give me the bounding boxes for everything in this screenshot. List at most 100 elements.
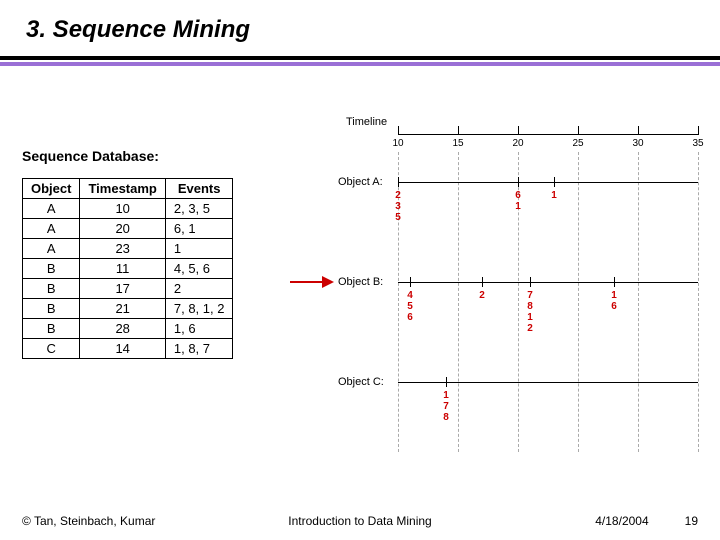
cell-object: C [23,339,80,359]
cell-object: B [23,299,80,319]
cell-timestamp: 10 [80,199,165,219]
cell-timestamp: 28 [80,319,165,339]
title-underline [0,56,720,66]
cell-object: B [23,259,80,279]
event-value: 1 [611,290,617,301]
event-value: 4 [407,290,413,301]
table-row: C141, 8, 7 [23,339,233,359]
cell-object: B [23,279,80,299]
event-value: 8 [443,412,449,423]
footer: © Tan, Steinbach, Kumar Introduction to … [0,514,720,528]
footer-date: 4/18/2004 [595,514,648,528]
section-subtitle: Sequence Database: [22,148,159,164]
gridline [458,152,459,452]
cell-events: 2, 3, 5 [165,199,233,219]
event-mark [410,277,411,287]
event-mark [446,377,447,387]
event-mark [554,177,555,187]
event-mark [482,277,483,287]
slide: 3. Sequence Mining Sequence Database: Ob… [0,0,720,540]
event-value: 8 [527,301,533,312]
tick-mark [638,126,639,135]
event-stack: 235 [395,190,401,223]
event-mark [530,277,531,287]
cell-timestamp: 11 [80,259,165,279]
tick-mark [398,126,399,135]
table-row: B281, 6 [23,319,233,339]
object-label: Object A: [338,176,383,188]
cell-timestamp: 23 [80,239,165,259]
event-mark [398,177,399,187]
event-value: 6 [407,312,413,323]
event-value: 7 [443,401,449,412]
cell-object: A [23,239,80,259]
footer-page: 19 [685,514,698,528]
event-stack: 1 [551,190,557,201]
event-mark [518,177,519,187]
event-value: 2 [395,190,401,201]
tick-mark [578,126,579,135]
col-events: Events [165,179,233,199]
cell-timestamp: 14 [80,339,165,359]
event-value: 5 [407,301,413,312]
event-stack: 178 [443,390,449,423]
event-stack: 456 [407,290,413,323]
object-timeline [398,182,698,183]
tick-label: 25 [572,138,583,149]
table-row: B217, 8, 1, 2 [23,299,233,319]
footer-copyright: © Tan, Steinbach, Kumar [22,514,155,528]
tick-label: 35 [692,138,703,149]
event-value: 6 [611,301,617,312]
timeline-title: Timeline [346,116,387,128]
event-stack: 7812 [527,290,533,334]
cell-events: 1, 6 [165,319,233,339]
tick-label: 15 [452,138,463,149]
tick-label: 30 [632,138,643,149]
event-mark [614,277,615,287]
sequence-table: Object Timestamp Events A102, 3, 5A206, … [22,178,233,359]
cell-timestamp: 20 [80,219,165,239]
event-value: 1 [443,390,449,401]
event-value: 2 [527,323,533,334]
table-header-row: Object Timestamp Events [23,179,233,199]
event-stack: 2 [479,290,485,301]
timeline-axis [398,134,698,135]
event-value: 1 [515,201,521,212]
tick-label: 10 [392,138,403,149]
gridline [638,152,639,452]
cell-timestamp: 17 [80,279,165,299]
arrow-icon [290,276,336,288]
cell-object: B [23,319,80,339]
cell-object: A [23,219,80,239]
tick-mark [698,126,699,135]
cell-timestamp: 21 [80,299,165,319]
object-timeline [398,382,698,383]
gridline [698,152,699,452]
event-value: 2 [479,290,485,301]
object-timeline [398,282,698,283]
page-title: 3. Sequence Mining [0,0,720,44]
col-object: Object [23,179,80,199]
event-value: 7 [527,290,533,301]
table-row: A231 [23,239,233,259]
col-timestamp: Timestamp [80,179,165,199]
table-row: B172 [23,279,233,299]
cell-events: 1, 8, 7 [165,339,233,359]
event-value: 3 [395,201,401,212]
cell-events: 7, 8, 1, 2 [165,299,233,319]
event-value: 6 [515,190,521,201]
tick-label: 20 [512,138,523,149]
cell-events: 6, 1 [165,219,233,239]
tick-mark [518,126,519,135]
object-label: Object B: [338,276,383,288]
footer-title: Introduction to Data Mining [288,514,431,528]
timeline-diagram: Timeline 101520253035 Object A:235611Obj… [338,116,716,466]
event-value: 1 [551,190,557,201]
event-stack: 61 [515,190,521,212]
cell-events: 1 [165,239,233,259]
cell-events: 4, 5, 6 [165,259,233,279]
event-stack: 16 [611,290,617,312]
event-value: 1 [527,312,533,323]
table-row: A102, 3, 5 [23,199,233,219]
cell-object: A [23,199,80,219]
